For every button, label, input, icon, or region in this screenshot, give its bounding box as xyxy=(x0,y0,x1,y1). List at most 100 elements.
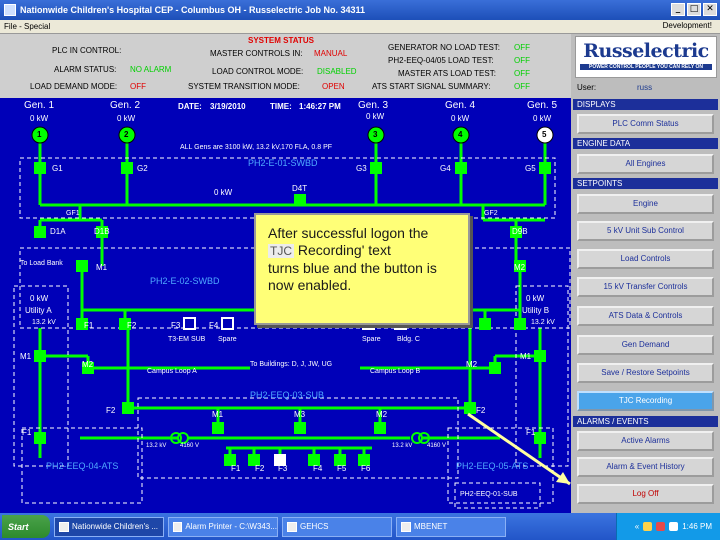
callout-line-2: TJC Recording' text xyxy=(268,242,458,260)
g5-label: G5 xyxy=(525,164,536,173)
gen-4-kw: 0 kW xyxy=(451,114,470,123)
tray-shield-icon[interactable] xyxy=(656,522,666,531)
gen-1-number[interactable]: 1 xyxy=(37,130,41,139)
window-icon xyxy=(401,521,411,532)
bldg-c-label: Bldg. C xyxy=(397,336,420,343)
gen-2-name: Gen. 2 xyxy=(110,100,141,111)
gen-2-number[interactable]: 2 xyxy=(124,130,128,139)
save-restore-setpoints-button[interactable]: Save / Restore Setpoints xyxy=(577,363,714,383)
gen-3-kw: 0 kW xyxy=(366,112,385,121)
user-label: User: xyxy=(577,83,597,92)
gen-3-name: Gen. 3 xyxy=(358,100,389,111)
f4-label: F4 xyxy=(209,321,219,330)
callout-line-1: After successful logon the xyxy=(268,225,429,241)
system-status-title: SYSTEM STATUS xyxy=(248,36,314,45)
unit-sub-control-button[interactable]: 5 kV Unit Sub Control xyxy=(577,221,714,241)
gen-1-name: Gen. 1 xyxy=(24,100,55,111)
feeder-f5: F5 xyxy=(337,464,347,473)
menu-file-special[interactable]: File - Special xyxy=(4,22,50,31)
tjc-recording-button[interactable]: TJC Recording xyxy=(577,391,714,411)
tray-network-icon[interactable] xyxy=(643,522,653,531)
user-info: User: russ xyxy=(577,83,652,92)
to-load-bank-label: To Load Bank xyxy=(20,260,63,267)
plc-comm-status-button[interactable]: PLC Comm Status xyxy=(577,114,714,134)
start-button[interactable]: Start xyxy=(2,515,50,538)
gen-demand-button[interactable]: Gen Demand xyxy=(577,335,714,355)
callout-line-4: now enabled. xyxy=(268,277,352,293)
russelectric-logo: Russelectric POWER CONTROL PEOPLE YOU CA… xyxy=(575,36,717,78)
master-controls-value: MANUAL xyxy=(314,49,348,58)
date-value: 3/19/2010 xyxy=(210,102,246,111)
gen-no-load-label: GENERATOR NO LOAD TEST: xyxy=(388,43,501,52)
window-icon xyxy=(173,521,183,532)
annotation-callout: After successful logon the TJC Recording… xyxy=(254,213,470,325)
system-tray: « 1:46 PM xyxy=(616,513,720,540)
gen-3-number[interactable]: 3 xyxy=(373,130,377,139)
window-title-bar[interactable]: Nationwide Children's Hospital CEP - Col… xyxy=(0,0,720,20)
all-engines-button[interactable]: All Engines xyxy=(577,154,714,174)
gen-no-load-value: OFF xyxy=(514,43,530,52)
campus-loop-b-label: Campus Loop B xyxy=(370,368,421,375)
sub-m1-label: M1 xyxy=(212,410,224,419)
feeder-f2: F2 xyxy=(255,464,265,473)
time-label: TIME: xyxy=(270,102,292,111)
task-alarm-printer-label: Alarm Printer - C:\W343... xyxy=(185,522,277,531)
gen-1-kw: 0 kW xyxy=(30,114,49,123)
logo-name: Russelectric xyxy=(583,40,709,62)
swbd-1-kw: 0 kW xyxy=(214,188,233,197)
logo-tagline: POWER CONTROL PEOPLE YOU CAN RELY ON xyxy=(580,64,712,70)
alarm-event-history-button[interactable]: Alarm & Event History xyxy=(577,457,714,477)
v-right-label: 4160 V xyxy=(427,443,447,449)
task-mbenet[interactable]: MBENET xyxy=(396,516,506,537)
master-ats-value: OFF xyxy=(514,69,530,78)
f1-label: F1 xyxy=(84,321,94,330)
tray-volume-icon[interactable] xyxy=(669,522,679,531)
ats-data-controls-button[interactable]: ATS Data & Controls xyxy=(577,306,714,326)
gf2-label: GF2 xyxy=(484,210,498,217)
task-gehcs-label: GEHCS xyxy=(300,522,329,531)
task-nationwide[interactable]: Nationwide Children's ... xyxy=(54,516,164,537)
active-alarms-button[interactable]: Active Alarms xyxy=(577,431,714,451)
window-icon xyxy=(59,521,69,532)
gen-2-kw: 0 kW xyxy=(117,114,136,123)
task-alarm-printer[interactable]: Alarm Printer - C:\W343... xyxy=(168,516,278,537)
alarm-value: NO ALARM xyxy=(130,65,172,74)
date-label: DATE: xyxy=(178,102,202,111)
f3-label: F3 xyxy=(171,321,181,330)
gf1-label: GF1 xyxy=(66,210,80,217)
window-controls: _ □ ✕ xyxy=(671,3,717,16)
menu-development[interactable]: Development! xyxy=(663,21,712,30)
log-off-button[interactable]: Log Off xyxy=(577,484,714,504)
callout-line-3: turns blue and the button is xyxy=(268,260,437,276)
d1a-label: D1A xyxy=(50,227,66,236)
f2-right-label: F2 xyxy=(476,406,486,415)
m2-far-right-label: M2 xyxy=(466,360,478,369)
gen-5-number[interactable]: 5 xyxy=(542,130,546,139)
windows-taskbar: Start Nationwide Children's ... Alarm Pr… xyxy=(0,513,720,540)
minimize-button[interactable]: _ xyxy=(671,3,685,16)
kv-left-label: 13.2 kV xyxy=(146,443,167,449)
load-control-label: LOAD CONTROL MODE: xyxy=(212,67,304,76)
transfer-controls-button[interactable]: 15 kV Transfer Controls xyxy=(577,277,714,297)
close-button[interactable]: ✕ xyxy=(703,3,717,16)
engine-button[interactable]: Engine xyxy=(577,194,714,214)
m1-far-right-label: M1 xyxy=(520,352,532,361)
ph2-load-value: OFF xyxy=(514,56,530,65)
maximize-button[interactable]: □ xyxy=(687,3,701,16)
to-buildings-label: To Buildings: D, J, JW, UG xyxy=(250,361,333,368)
task-gehcs[interactable]: GEHCS xyxy=(282,516,392,537)
t3-em-sub-label: T3-EM SUB xyxy=(168,336,206,343)
rating-note: ALL Gens are 3100 kW, 13.2 kV,170 FLA, 0… xyxy=(180,144,333,151)
tray-chevron-icon[interactable]: « xyxy=(635,522,639,531)
system-status-panel: SYSTEM STATUS PLC IN CONTROL: ALARM STAT… xyxy=(0,34,571,98)
gen-4-number[interactable]: 4 xyxy=(458,130,462,139)
g1-label: G1 xyxy=(52,164,63,173)
d9b-label: D9B xyxy=(512,227,528,236)
f1-left-label: F1 xyxy=(22,428,32,437)
feeder-f1: F1 xyxy=(231,464,241,473)
load-controls-button[interactable]: Load Controls xyxy=(577,249,714,269)
load-demand-value: OFF xyxy=(130,82,146,91)
tray-clock[interactable]: 1:46 PM xyxy=(682,522,712,531)
callout-tjc: TJC xyxy=(268,244,294,258)
alarm-label: ALARM STATUS: xyxy=(54,65,117,74)
